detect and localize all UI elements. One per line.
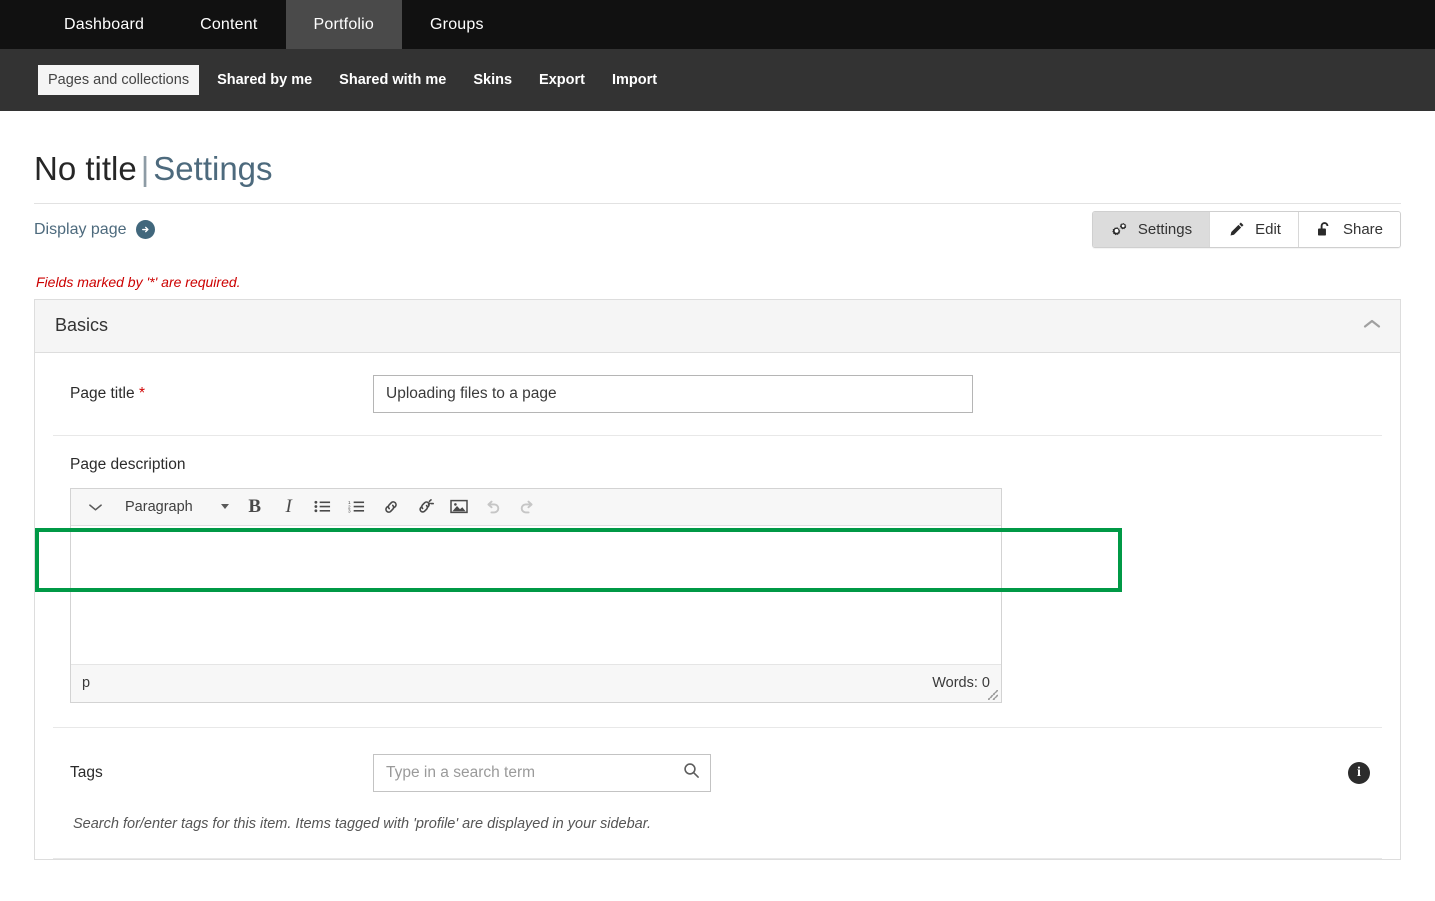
top-navigation-bar: Dashboard Content Portfolio Groups	[0, 0, 1435, 49]
settings-button-label: Settings	[1137, 221, 1193, 239]
subheader-row: Display page Settings Edit Share	[34, 207, 1401, 253]
topnav-item-portfolio[interactable]: Portfolio	[285, 0, 403, 49]
bullet-list-icon[interactable]	[307, 492, 339, 522]
rich-text-editor: Paragraph B I 1 2 3 p Words: 0	[70, 487, 1002, 703]
italic-icon[interactable]: I	[273, 492, 305, 522]
unlock-icon	[1316, 221, 1334, 238]
share-button-label: Share	[1342, 221, 1383, 239]
page-title-row: Page title *	[53, 353, 1382, 436]
edit-button[interactable]: Edit	[1210, 212, 1299, 248]
topnav-label: Groups	[430, 15, 484, 33]
heading-divider	[34, 202, 1401, 204]
chevron-down-small-icon	[220, 504, 229, 510]
bold-icon[interactable]: B	[239, 492, 271, 522]
redo-icon[interactable]	[511, 492, 543, 522]
numbered-list-icon[interactable]: 1 2 3	[341, 492, 373, 522]
topnav-label: Dashboard	[64, 15, 145, 33]
info-icon[interactable]: i	[1348, 761, 1370, 784]
topnav-label: Portfolio	[313, 15, 375, 33]
topnav-item-groups[interactable]: Groups	[402, 0, 512, 49]
unlink-icon[interactable]	[409, 492, 441, 522]
svg-text:3: 3	[348, 509, 351, 514]
required-marker: *	[138, 384, 145, 402]
subnav-item-pages-and-collections[interactable]: Pages and collections	[38, 65, 200, 95]
gears-icon	[1110, 221, 1129, 238]
page-description-label: Page description	[70, 455, 186, 473]
basics-panel: Basics Page title * Page description	[34, 298, 1401, 860]
editor-style-label: Paragraph	[125, 498, 193, 515]
editor-style-select[interactable]: Paragraph	[113, 492, 237, 522]
tags-row: Tags i	[53, 728, 1382, 816]
subnav-item-export[interactable]: Export	[530, 66, 594, 94]
page-title-separator: |	[140, 150, 150, 187]
bold-label: B	[248, 495, 262, 517]
editor-resize-handle[interactable]	[988, 689, 998, 700]
page-content: No title | Settings Display page Setting…	[0, 150, 1435, 860]
tags-label: Tags	[70, 763, 103, 781]
topnav-item-dashboard[interactable]: Dashboard	[36, 0, 172, 49]
editor-element-path: p	[82, 675, 91, 692]
sub-navigation-bar: Pages and collections Shared by me Share…	[0, 49, 1435, 111]
basics-panel-title: Basics	[55, 315, 109, 336]
editor-content-area[interactable]	[71, 525, 1001, 664]
subnav-item-skins[interactable]: Skins	[464, 66, 521, 94]
tags-search-wrapper	[373, 753, 711, 792]
page-title-input[interactable]	[373, 374, 973, 413]
italic-label: I	[285, 495, 292, 517]
edit-button-label: Edit	[1255, 221, 1281, 239]
editor-word-count: Words: 0	[932, 675, 990, 692]
arrow-right-circle-icon	[135, 220, 155, 240]
subnav-item-import[interactable]: Import	[603, 66, 666, 94]
pencil-icon	[1227, 221, 1246, 238]
page-title-label: Page title *	[53, 385, 373, 403]
subnav-item-shared-by-me[interactable]: Shared by me	[208, 66, 321, 94]
display-page-label: Display page	[34, 220, 127, 238]
tags-help-text: Search for/enter tags for this item. Ite…	[53, 816, 1382, 859]
page-title-label-text: Page title	[70, 384, 135, 402]
page-description-block: Page description Paragraph B I 1 2 3 p W…	[53, 436, 1382, 728]
undo-icon[interactable]	[477, 492, 509, 522]
page-title-sub: Settings	[153, 150, 273, 187]
subnav-item-shared-with-me[interactable]: Shared with me	[330, 66, 455, 94]
page-action-buttons: Settings Edit Share	[1091, 211, 1401, 249]
share-button[interactable]: Share	[1298, 212, 1400, 248]
topnav-item-content[interactable]: Content	[172, 0, 285, 49]
editor-toolbar: Paragraph B I 1 2 3	[71, 488, 1001, 526]
chevron-down-icon[interactable]	[79, 492, 111, 522]
basics-panel-header[interactable]: Basics	[35, 299, 1400, 353]
basics-panel-body: Page title * Page description Paragraph	[35, 353, 1400, 859]
editor-status-bar: p Words: 0	[71, 663, 1001, 702]
search-icon[interactable]	[683, 762, 700, 784]
topnav-label: Content	[200, 15, 258, 33]
chevron-up-icon[interactable]	[1362, 317, 1382, 335]
display-page-link[interactable]: Display page	[34, 220, 155, 240]
page-title-main: No title	[34, 150, 137, 187]
required-fields-note: Fields marked by '*' are required.	[36, 273, 241, 290]
page-title: No title | Settings	[34, 150, 1401, 188]
link-icon[interactable]	[375, 492, 407, 522]
image-icon[interactable]	[443, 492, 475, 522]
settings-button[interactable]: Settings	[1092, 212, 1211, 248]
tags-search-input[interactable]	[373, 753, 711, 792]
